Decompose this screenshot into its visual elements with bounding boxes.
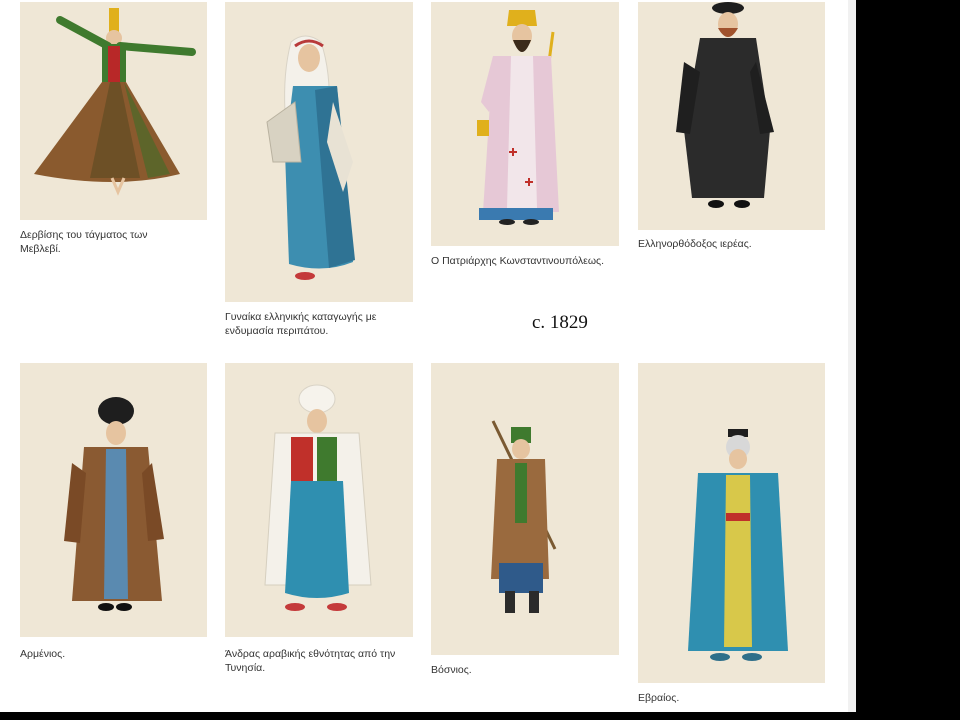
figure-caption: Γυναίκα ελληνικής καταγωγής με ενδυμασία…: [225, 311, 377, 337]
scrollbar-track[interactable]: [848, 0, 856, 712]
content-page: Δερβίσης του τάγματος των Μεβλεβί. Γυναί…: [0, 0, 856, 712]
figure-caption: Εβραίος.: [638, 692, 680, 704]
figure-caption: Ελληνορθόδοξος ιερέας.: [638, 238, 752, 250]
figure-caption: Δερβίσης του τάγματος των Μεβλεβί.: [20, 229, 148, 255]
patriarch-illustration[interactable]: [431, 2, 619, 246]
orthodox-priest-illustration[interactable]: [638, 2, 825, 230]
date-label: c. 1829: [532, 312, 588, 333]
figure-caption: Βόσνιος.: [431, 664, 472, 676]
armenian-man-illustration[interactable]: [20, 363, 207, 637]
figure-caption: Αρμένιος.: [20, 648, 66, 660]
greek-woman-illustration[interactable]: [225, 2, 413, 302]
figure-caption: Άνδρας αραβικής εθνότητας από την Τυνησί…: [225, 648, 396, 674]
bosnian-man-illustration[interactable]: [431, 363, 619, 655]
figure-caption: Ο Πατριάρχης Κωνσταντινουπόλεως.: [431, 255, 604, 267]
whirling-dervish-illustration[interactable]: [20, 2, 207, 220]
tunisian-man-illustration[interactable]: [225, 363, 413, 637]
jewish-man-illustration[interactable]: [638, 363, 825, 683]
